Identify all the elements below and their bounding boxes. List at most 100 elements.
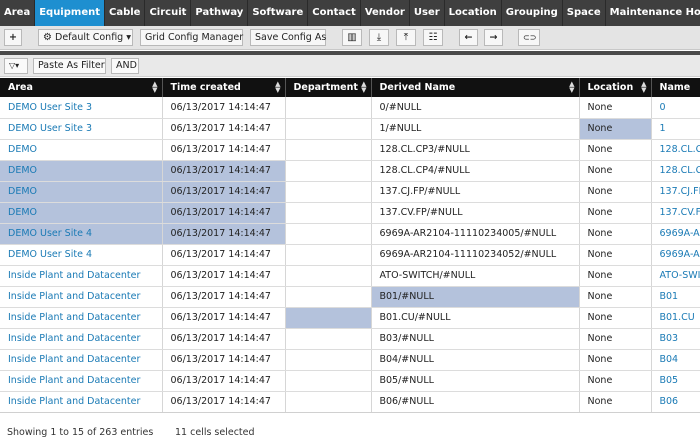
sort-icon[interactable]: ▲ ▼ — [152, 81, 157, 94]
cell-derived[interactable]: 128.CL.CP4/#NULL — [371, 160, 580, 182]
column-header-location[interactable]: Location ▲ ▼ — [579, 78, 652, 97]
cell-time[interactable]: 06/13/2017 14:14:47 — [162, 97, 286, 119]
cell-name[interactable]: 6969A-A — [651, 223, 700, 245]
chart-button[interactable]: ▥ — [342, 29, 362, 46]
cell-dept[interactable] — [285, 391, 372, 412]
table-row[interactable]: Inside Plant and Datacenter 06/13/2017 14… — [0, 265, 700, 287]
table-row[interactable]: DEMO 06/13/2017 14:14:47 128.CL.CP3/#NULL N… — [0, 139, 700, 161]
cell-area[interactable]: Inside Plant and Datacenter — [0, 370, 163, 392]
filter-button[interactable]: ▽▾ — [4, 58, 28, 74]
cell-derived[interactable]: ATO-SWITCH/#NULL — [371, 265, 580, 287]
cell-location[interactable]: None — [579, 349, 652, 371]
cell-time[interactable]: 06/13/2017 14:14:47 — [162, 202, 286, 224]
table-row[interactable]: DEMO User Site 3 06/13/2017 14:14:47 0/#NU… — [0, 97, 700, 119]
cell-location[interactable]: None — [579, 391, 652, 412]
cell-name[interactable]: B06 — [651, 391, 700, 412]
cell-time[interactable]: 06/13/2017 14:14:47 — [162, 265, 286, 287]
sort-icon[interactable]: ▲ ▼ — [361, 81, 366, 94]
cell-name[interactable]: 137.CV.FF — [651, 202, 700, 224]
cell-area[interactable]: DEMO User Site 3 — [0, 97, 163, 119]
table-row[interactable]: Inside Plant and Datacenter 06/13/2017 14… — [0, 286, 700, 308]
cell-location[interactable]: None — [579, 307, 652, 329]
download-button[interactable]: ⤓ — [369, 29, 389, 46]
add-button[interactable]: + — [4, 29, 22, 46]
cell-derived[interactable]: 137.CJ.FP/#NULL — [371, 181, 580, 203]
cell-area[interactable]: Inside Plant and Datacenter — [0, 265, 163, 287]
cell-derived[interactable]: B06/#NULL — [371, 391, 580, 412]
cell-time[interactable]: 06/13/2017 14:14:47 — [162, 181, 286, 203]
tab-location[interactable]: Location — [445, 0, 502, 26]
cell-area[interactable]: Inside Plant and Datacenter — [0, 286, 163, 308]
cell-area[interactable]: Inside Plant and Datacenter — [0, 391, 163, 412]
cell-derived[interactable]: B03/#NULL — [371, 328, 580, 350]
table-row[interactable]: Inside Plant and Datacenter 06/13/2017 14… — [0, 391, 700, 412]
cell-dept[interactable] — [285, 97, 372, 119]
tab-maintenance-hole[interactable]: Maintenance Hole — [606, 0, 700, 26]
cell-dept[interactable] — [285, 244, 372, 266]
table-row[interactable]: DEMO 06/13/2017 14:14:47 128.CL.CP4/#NULL N… — [0, 160, 700, 182]
cell-dept[interactable] — [285, 139, 372, 161]
cell-location[interactable]: None — [579, 139, 652, 161]
cell-dept[interactable] — [285, 160, 372, 182]
cell-time[interactable]: 06/13/2017 14:14:47 — [162, 370, 286, 392]
column-header-area[interactable]: Area ▲ ▼ — [0, 78, 163, 97]
cell-name[interactable]: B01 — [651, 286, 700, 308]
cell-dept[interactable] — [285, 349, 372, 371]
cell-area[interactable]: DEMO User Site 4 — [0, 244, 163, 266]
cell-location[interactable]: None — [579, 118, 652, 140]
cell-name[interactable]: 1 — [651, 118, 700, 140]
cell-derived[interactable]: B05/#NULL — [371, 370, 580, 392]
cell-derived[interactable]: 1/#NULL — [371, 118, 580, 140]
tab-user[interactable]: User — [410, 0, 445, 26]
cell-area[interactable]: DEMO User Site 4 — [0, 223, 163, 245]
column-header-time-created[interactable]: Time created ▲ ▼ — [162, 78, 286, 97]
table-row[interactable]: Inside Plant and Datacenter 06/13/2017 14… — [0, 370, 700, 392]
cell-location[interactable]: None — [579, 244, 652, 266]
cell-location[interactable]: None — [579, 286, 652, 308]
tab-circuit[interactable]: Circuit — [145, 0, 192, 26]
cell-time[interactable]: 06/13/2017 14:14:47 — [162, 160, 286, 182]
cell-dept[interactable] — [285, 370, 372, 392]
cell-time[interactable]: 06/13/2017 14:14:47 — [162, 286, 286, 308]
cell-name[interactable]: 137.CJ.FF — [651, 181, 700, 203]
column-header-derived-name[interactable]: Derived Name ▲ ▼ — [371, 78, 580, 97]
cell-name[interactable]: 128.CL.C — [651, 139, 700, 161]
link-button[interactable]: ⊂⊃ — [518, 29, 540, 46]
cell-name[interactable]: 128.CL.C — [651, 160, 700, 182]
cell-dept[interactable] — [285, 202, 372, 224]
list-button[interactable]: ☷ — [423, 29, 443, 46]
sort-icon[interactable]: ▲ ▼ — [641, 81, 646, 94]
cell-name[interactable]: 0 — [651, 97, 700, 119]
cell-name[interactable]: B03 — [651, 328, 700, 350]
cell-location[interactable]: None — [579, 181, 652, 203]
cell-time[interactable]: 06/13/2017 14:14:47 — [162, 244, 286, 266]
cell-location[interactable]: None — [579, 265, 652, 287]
column-header-name[interactable]: Name▲▼ — [651, 78, 700, 97]
cell-name[interactable]: B04 — [651, 349, 700, 371]
table-row[interactable]: Inside Plant and Datacenter 06/13/2017 14… — [0, 349, 700, 371]
cell-time[interactable]: 06/13/2017 14:14:47 — [162, 307, 286, 329]
table-row[interactable]: DEMO User Site 4 06/13/2017 14:14:47 6969A… — [0, 244, 700, 266]
cell-area[interactable]: DEMO User Site 3 — [0, 118, 163, 140]
cell-time[interactable]: 06/13/2017 14:14:47 — [162, 349, 286, 371]
cell-name[interactable]: B05 — [651, 370, 700, 392]
cell-name[interactable]: 6969A-A — [651, 244, 700, 266]
cell-derived[interactable]: B01.CU/#NULL — [371, 307, 580, 329]
cell-derived[interactable]: 128.CL.CP3/#NULL — [371, 139, 580, 161]
tab-vendor[interactable]: Vendor — [361, 0, 410, 26]
cell-derived[interactable]: B04/#NULL — [371, 349, 580, 371]
cell-area[interactable]: DEMO — [0, 139, 163, 161]
table-row[interactable]: Inside Plant and Datacenter 06/13/2017 14… — [0, 307, 700, 329]
column-header-department[interactable]: Department ▲ ▼ — [285, 78, 372, 97]
next-button[interactable]: → — [484, 29, 503, 46]
and-toggle-button[interactable]: AND — [111, 58, 139, 74]
cell-time[interactable]: 06/13/2017 14:14:47 — [162, 223, 286, 245]
upload-button[interactable]: ⤒ — [396, 29, 416, 46]
config-dropdown[interactable]: ⚙ Default Config ▾ — [38, 29, 133, 46]
cell-derived[interactable]: B01/#NULL — [371, 286, 580, 308]
cell-derived[interactable]: 6969A-AR2104-11110234052/#NULL — [371, 244, 580, 266]
cell-location[interactable]: None — [579, 328, 652, 350]
sort-icon[interactable]: ▲ ▼ — [569, 81, 574, 94]
cell-dept[interactable] — [285, 307, 372, 329]
table-row[interactable]: DEMO User Site 4 06/13/2017 14:14:47 6969A… — [0, 223, 700, 245]
